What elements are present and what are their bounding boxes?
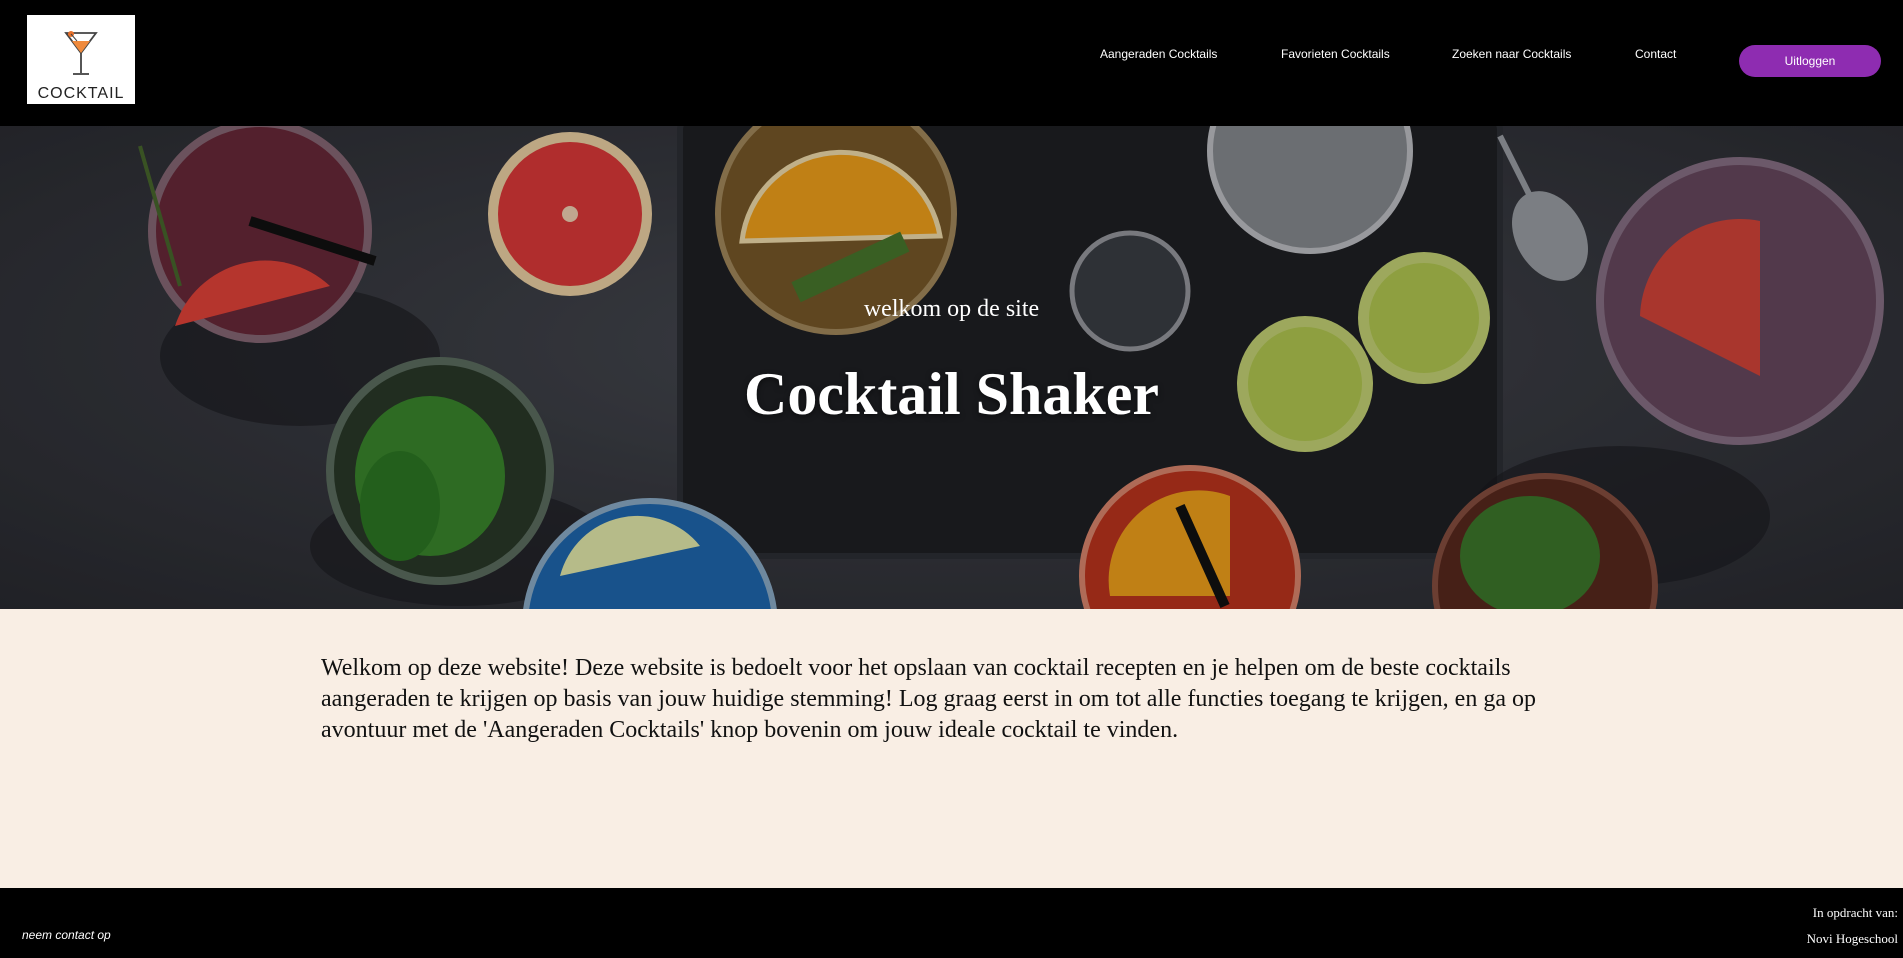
nav-contact[interactable]: Contact (1635, 47, 1676, 61)
commission-label: In opdracht van: (1812, 905, 1898, 920)
logo-text: COCKTAIL (37, 85, 125, 102)
commission-name: Novi Hogeschool (1806, 931, 1898, 946)
nav-aangeraden-cocktails[interactable]: Aangeraden Cocktails (1100, 47, 1217, 61)
hero-banner: welkom op de site Cocktail Shaker (0, 126, 1903, 609)
main-content: Welkom op deze website! Deze website is … (0, 609, 1903, 888)
footer-contact-link[interactable]: neem contact op (22, 928, 111, 942)
site-footer: neem contact op In opdracht van: Novi Ho… (0, 888, 1903, 958)
nav-zoeken-naar-cocktails[interactable]: Zoeken naar Cocktails (1452, 47, 1571, 61)
martini-glass-icon (64, 31, 98, 75)
footer-commission: In opdracht van: Novi Hogeschool (1807, 900, 1898, 952)
hero-title: Cocktail Shaker (743, 361, 1160, 427)
site-header: COCKTAIL Aangeraden Cocktails Favorieten… (0, 0, 1903, 126)
intro-text: Welkom op deze website! Deze website is … (321, 655, 1536, 743)
hero-subtitle: welkom op de site (863, 296, 1040, 322)
site-logo[interactable]: COCKTAIL (27, 15, 135, 104)
logout-button[interactable]: Uitloggen (1739, 45, 1881, 77)
nav-favorieten-cocktails[interactable]: Favorieten Cocktails (1281, 47, 1390, 61)
